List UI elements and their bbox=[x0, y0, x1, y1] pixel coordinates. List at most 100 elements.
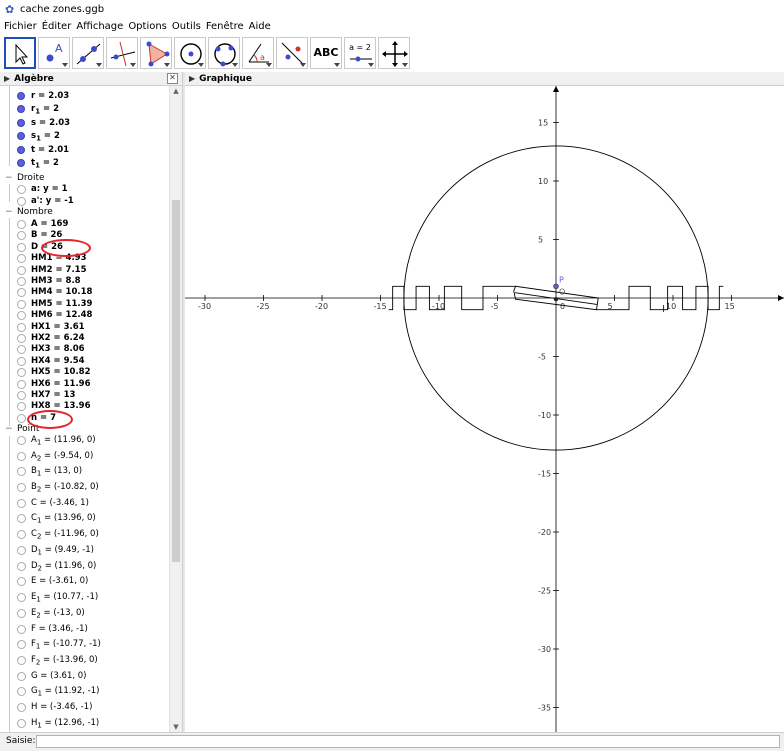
line-tool-button[interactable] bbox=[72, 37, 104, 69]
visibility-toggle-off-icon[interactable] bbox=[17, 288, 26, 298]
collapse-minus-icon[interactable]: − bbox=[5, 206, 13, 218]
visibility-toggle-off-icon[interactable] bbox=[17, 322, 26, 332]
visibility-toggle-off-icon[interactable] bbox=[17, 467, 26, 476]
close-icon[interactable]: ✕ bbox=[167, 73, 178, 84]
angle-tool-button[interactable]: a bbox=[242, 37, 274, 69]
menu-fenetre[interactable]: Fenêtre bbox=[206, 21, 244, 32]
algebra-row[interactable]: B2 = (-10.82, 0) bbox=[0, 481, 168, 494]
graphics-view[interactable]: -30 -25 -20 -15 -10 -5 0 5 10 15 15 10 5 -5 -10 -15 -20-… bbox=[185, 86, 784, 732]
algebra-row[interactable]: D2 = (11.96, 0) bbox=[0, 560, 168, 573]
visibility-toggle-off-icon[interactable] bbox=[17, 625, 26, 634]
collapse-triangle-icon[interactable]: ▶ bbox=[4, 72, 10, 85]
text-tool-button[interactable]: ABC bbox=[310, 37, 342, 69]
visibility-toggle-off-icon[interactable] bbox=[17, 265, 26, 275]
algebra-row[interactable]: n = 7 bbox=[0, 412, 168, 424]
algebra-row[interactable]: HX5 = 10.82 bbox=[0, 366, 168, 378]
algebra-row[interactable]: C = (-3.46, 1) bbox=[0, 497, 168, 509]
algebra-row[interactable]: r1 = 2 bbox=[0, 103, 168, 116]
visibility-toggle-off-icon[interactable] bbox=[17, 656, 26, 665]
menu-options[interactable]: Options bbox=[128, 21, 167, 32]
visibility-toggle-off-icon[interactable] bbox=[17, 703, 26, 712]
algebra-row[interactable]: H1 = (12.96, -1) bbox=[0, 717, 168, 730]
visibility-toggle-off-icon[interactable] bbox=[17, 311, 26, 321]
visibility-toggle-off-icon[interactable] bbox=[17, 368, 26, 378]
menu-aide[interactable]: Aide bbox=[249, 21, 271, 32]
visibility-toggle-off-icon[interactable] bbox=[17, 197, 26, 206]
algebra-row[interactable]: A1 = (11.96, 0) bbox=[0, 434, 168, 447]
visibility-toggle-off-icon[interactable] bbox=[17, 391, 26, 400]
collapse-triangle-icon[interactable]: ▶ bbox=[189, 72, 195, 85]
algebra-row[interactable]: HX1 = 3.61 bbox=[0, 321, 168, 333]
visibility-toggle-off-icon[interactable] bbox=[17, 254, 26, 264]
algebra-row[interactable]: E1 = (10.77, -1) bbox=[0, 591, 168, 604]
algebra-row[interactable]: HM5 = 11.39 bbox=[0, 298, 168, 310]
algebra-row[interactable]: HX6 = 11.96 bbox=[0, 378, 168, 390]
visibility-toggle-off-icon[interactable] bbox=[17, 413, 26, 423]
visibility-toggle-off-icon[interactable] bbox=[17, 345, 26, 355]
visibility-toggle-off-icon[interactable] bbox=[17, 672, 26, 681]
algebra-row[interactable]: HM6 = 12.48 bbox=[0, 309, 168, 321]
algebra-row[interactable]: r = 2.03 bbox=[0, 90, 168, 102]
move-tool-button[interactable] bbox=[4, 37, 36, 69]
visibility-toggle-off-icon[interactable] bbox=[17, 546, 26, 555]
visibility-toggle-off-icon[interactable] bbox=[17, 719, 26, 728]
graphics-canvas[interactable]: -30 -25 -20 -15 -10 -5 0 5 10 1515105-5-10-15-20-… bbox=[185, 86, 784, 732]
visibility-toggle-off-icon[interactable] bbox=[17, 499, 26, 508]
input-field[interactable] bbox=[36, 735, 780, 748]
move-view-tool-button[interactable] bbox=[378, 37, 410, 69]
scroll-up-icon[interactable]: ▲ bbox=[171, 87, 181, 95]
visibility-toggle-on-icon[interactable] bbox=[17, 105, 25, 113]
visibility-toggle-on-icon[interactable] bbox=[17, 92, 25, 100]
menu-fichier[interactable]: Fichier bbox=[4, 21, 37, 32]
algebra-row[interactable]: t1 = 2 bbox=[0, 157, 168, 170]
scrollbar-thumb[interactable] bbox=[172, 200, 180, 562]
algebra-row[interactable]: HX7 = 13 bbox=[0, 389, 168, 401]
algebra-row[interactable]: F = (3.46, -1) bbox=[0, 623, 168, 635]
algebra-row[interactable]: E2 = (-13, 0) bbox=[0, 607, 168, 620]
algebra-row[interactable]: B = 26 bbox=[0, 229, 168, 241]
reflect-tool-button[interactable] bbox=[276, 37, 308, 69]
scroll-down-icon[interactable]: ▼ bbox=[171, 723, 181, 731]
visibility-toggle-off-icon[interactable] bbox=[17, 577, 26, 586]
visibility-toggle-off-icon[interactable] bbox=[17, 640, 26, 649]
circle-tool-button[interactable] bbox=[174, 37, 206, 69]
algebra-scrollbar[interactable]: ▲ ▼ bbox=[169, 86, 182, 732]
algebra-row[interactable]: F1 = (-10.77, -1) bbox=[0, 638, 168, 651]
algebra-row[interactable]: HM3 = 8.8 bbox=[0, 275, 168, 287]
visibility-toggle-off-icon[interactable] bbox=[17, 242, 26, 252]
visibility-toggle-off-icon[interactable] bbox=[17, 530, 26, 539]
visibility-toggle-off-icon[interactable] bbox=[17, 609, 26, 618]
slider-tool-button[interactable]: a = 2 bbox=[344, 37, 376, 69]
visibility-toggle-on-icon[interactable] bbox=[17, 119, 25, 127]
visibility-toggle-off-icon[interactable] bbox=[17, 379, 26, 389]
visibility-toggle-on-icon[interactable] bbox=[17, 132, 25, 140]
menu-outils[interactable]: Outils bbox=[172, 21, 201, 32]
algebra-row[interactable]: A = 169 bbox=[0, 218, 168, 230]
polygon-tool-button[interactable] bbox=[140, 37, 172, 69]
algebra-row[interactable]: HM4 = 10.18 bbox=[0, 286, 168, 298]
algebra-row[interactable]: B1 = (13, 0) bbox=[0, 465, 168, 478]
conic-tool-button[interactable] bbox=[208, 37, 240, 69]
visibility-toggle-off-icon[interactable] bbox=[17, 452, 26, 461]
visibility-toggle-off-icon[interactable] bbox=[17, 299, 26, 309]
algebra-row[interactable]: H = (-3.46, -1) bbox=[0, 701, 168, 713]
visibility-toggle-off-icon[interactable] bbox=[17, 687, 26, 696]
algebra-row[interactable]: HM2 = 7.15 bbox=[0, 264, 168, 276]
algebra-row[interactable]: E = (-3.61, 0) bbox=[0, 575, 168, 587]
algebra-row[interactable]: s = 2.03 bbox=[0, 117, 168, 129]
visibility-toggle-on-icon[interactable] bbox=[17, 146, 25, 154]
visibility-toggle-off-icon[interactable] bbox=[17, 562, 26, 571]
visibility-toggle-off-icon[interactable] bbox=[17, 436, 26, 445]
algebra-row[interactable]: t = 2.01 bbox=[0, 144, 168, 156]
visibility-toggle-off-icon[interactable] bbox=[17, 514, 26, 523]
perpendicular-tool-button[interactable] bbox=[106, 37, 138, 69]
algebra-row[interactable]: G = (3.61, 0) bbox=[0, 670, 168, 682]
visibility-toggle-off-icon[interactable] bbox=[17, 334, 26, 343]
menu-editer[interactable]: Éditer bbox=[42, 21, 72, 32]
visibility-toggle-off-icon[interactable] bbox=[17, 231, 26, 241]
point-tool-button[interactable]: A bbox=[38, 37, 70, 69]
algebra-row[interactable]: s1 = 2 bbox=[0, 130, 168, 143]
visibility-toggle-off-icon[interactable] bbox=[17, 483, 26, 492]
visibility-toggle-on-icon[interactable] bbox=[17, 159, 25, 167]
algebra-row[interactable]: HX8 = 13.96 bbox=[0, 400, 168, 412]
